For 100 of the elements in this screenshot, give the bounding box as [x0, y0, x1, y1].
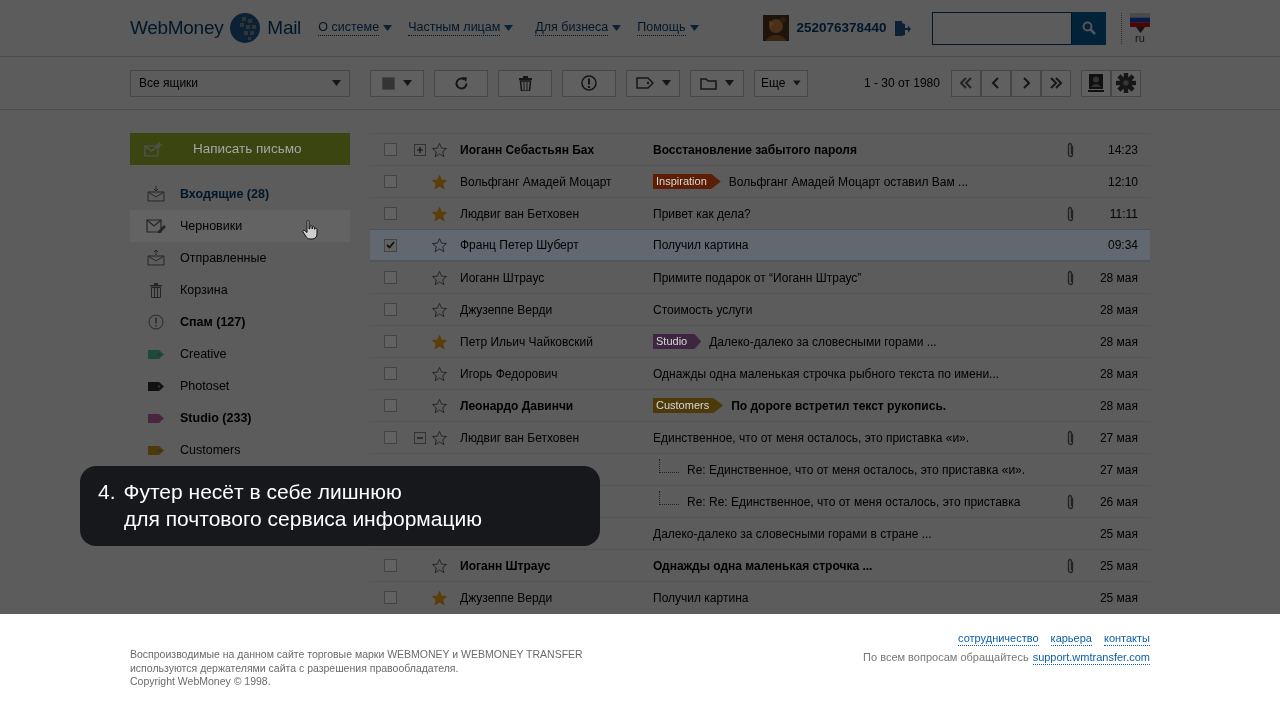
first-page-button[interactable] — [950, 69, 981, 97]
star-icon[interactable] — [432, 366, 447, 381]
checkbox[interactable] — [383, 591, 397, 604]
spam-button[interactable] — [562, 69, 616, 97]
contacts-button[interactable] — [1080, 69, 1111, 97]
nav-menu-link[interactable]: Частным лицам — [408, 20, 514, 36]
checkbox[interactable] — [383, 559, 397, 572]
star-icon[interactable] — [432, 590, 447, 605]
star-icon[interactable] — [432, 206, 447, 221]
star-icon[interactable] — [432, 430, 447, 445]
tag-label: Studio — [653, 334, 702, 349]
subject: Далеко-далеко за словесными горами в стране ... — [653, 525, 932, 543]
mailbox-dropdown[interactable]: Все ящики — [130, 69, 350, 97]
checkbox[interactable] — [383, 367, 397, 380]
folder-item[interactable]: Customers — [130, 434, 350, 466]
star-icon[interactable] — [432, 398, 447, 413]
account-number[interactable]: 252076378440 — [796, 17, 887, 39]
outbox-icon — [147, 250, 165, 266]
star-icon[interactable] — [432, 270, 447, 285]
label-button[interactable] — [626, 69, 680, 97]
sender-name: Вольфганг Амадей Моцарт — [460, 174, 612, 189]
message-time: 14:23 — [1106, 141, 1139, 159]
subject: Примите подарок от “Иоганн Штраус” — [653, 269, 862, 287]
hand-cursor-icon — [302, 220, 318, 240]
star-icon[interactable] — [432, 302, 447, 317]
nav-menu-link[interactable]: О системе — [318, 20, 393, 36]
caret-icon — [689, 25, 699, 31]
sender-name: Иоганн Штраус — [460, 558, 551, 573]
folder-item[interactable]: Спам (127) — [130, 306, 350, 338]
sender-name: Иоганн Штраус — [460, 270, 545, 285]
footer-link[interactable]: сотрудничество — [958, 632, 1039, 646]
checkbox[interactable] — [383, 175, 397, 188]
refresh-icon — [453, 75, 469, 91]
settings-button[interactable] — [1110, 69, 1141, 97]
move-button[interactable] — [690, 69, 744, 97]
checkbox[interactable] — [383, 271, 397, 284]
folder-item[interactable]: Входящие (28) — [130, 178, 350, 210]
trash-icon — [150, 282, 162, 298]
delete-button[interactable] — [498, 69, 552, 97]
last-page-button[interactable] — [1040, 69, 1071, 97]
double-chevron-right-icon — [1048, 76, 1063, 90]
subject: Вольфганг Амадей Моцарт оставил Вам ... — [728, 173, 969, 191]
refresh-button[interactable] — [434, 69, 488, 97]
caret-icon — [403, 80, 412, 86]
select-button[interactable] — [370, 69, 424, 97]
nav-menu-link[interactable]: Для бизнеса — [535, 20, 622, 36]
checkbox[interactable] — [383, 143, 397, 156]
folder-item[interactable]: Creative — [130, 338, 350, 370]
checkbox[interactable] — [383, 303, 397, 316]
checkbox[interactable] — [383, 207, 397, 220]
message-time: 28 мая — [1098, 301, 1139, 319]
caret-icon — [661, 80, 671, 86]
support-note: По всем вопросам обращайтесь — [863, 650, 1029, 665]
more-button[interactable]: Еще — [754, 69, 808, 97]
folder-item[interactable]: Photoset — [130, 370, 350, 402]
footer-link[interactable]: карьера — [1050, 632, 1092, 646]
expand-toggle[interactable] — [414, 143, 426, 156]
checkbox[interactable] — [383, 431, 397, 444]
thread-connector — [659, 490, 679, 505]
star-icon[interactable] — [432, 558, 447, 573]
sender-name: Джузеппе Верди — [460, 302, 553, 317]
folder-item-hovered[interactable]: Черновики — [130, 210, 350, 242]
search-field[interactable] — [932, 11, 1072, 45]
caret-icon — [793, 80, 801, 86]
previous-page-button[interactable] — [980, 69, 1011, 97]
sender-name: Людвиг ван Бетховен — [460, 206, 579, 221]
sender-name: Леонардо Давинчи — [460, 398, 574, 413]
thread-connector — [659, 458, 679, 473]
nav-menu-link[interactable]: Помощь — [637, 20, 699, 36]
message-time: 26 мая — [1098, 493, 1139, 511]
compose-button[interactable]: Написать письмо — [130, 133, 350, 165]
star-icon[interactable] — [432, 334, 447, 349]
star-icon[interactable] — [432, 174, 447, 189]
folder-item[interactable]: Отправленные — [130, 242, 350, 274]
subject: Re: Re: Единственное, что от меня осталось, это приставка — [687, 493, 1021, 511]
sender-name: Петр Ильич Чайковский — [460, 334, 593, 349]
folder-item[interactable]: Studio (233) — [130, 402, 350, 434]
alert-icon — [148, 314, 164, 330]
search-button[interactable] — [1072, 11, 1106, 45]
message-time: 25 мая — [1098, 525, 1139, 543]
star-icon[interactable] — [432, 238, 447, 252]
language-code[interactable]: ru — [1135, 32, 1145, 44]
checkbox[interactable] — [383, 399, 397, 412]
sender-name: Игорь Федорович — [460, 366, 558, 381]
message-row[interactable]: Франц Петер Шуберт Получил картина 09:34 — [370, 229, 1150, 261]
checkbox[interactable] — [383, 238, 397, 252]
star-icon[interactable] — [432, 142, 447, 157]
inbox-icon — [147, 186, 165, 202]
subject: Единственное, что от меня осталось, это приставка «и». — [653, 429, 970, 447]
footer-link[interactable]: контакты — [1103, 632, 1150, 646]
subject: Стоимость услуги — [653, 301, 753, 319]
support-link[interactable]: support.wmtransfer.com — [1032, 651, 1150, 665]
folder-item[interactable]: Корзина — [130, 274, 350, 306]
next-page-button[interactable] — [1010, 69, 1041, 97]
alert-icon — [581, 75, 597, 91]
message-time: 25 мая — [1098, 557, 1139, 575]
product-name: Mail — [267, 15, 301, 40]
collapse-toggle[interactable] — [414, 431, 426, 444]
checkbox[interactable] — [383, 335, 397, 348]
exit-icon[interactable] — [893, 19, 911, 37]
